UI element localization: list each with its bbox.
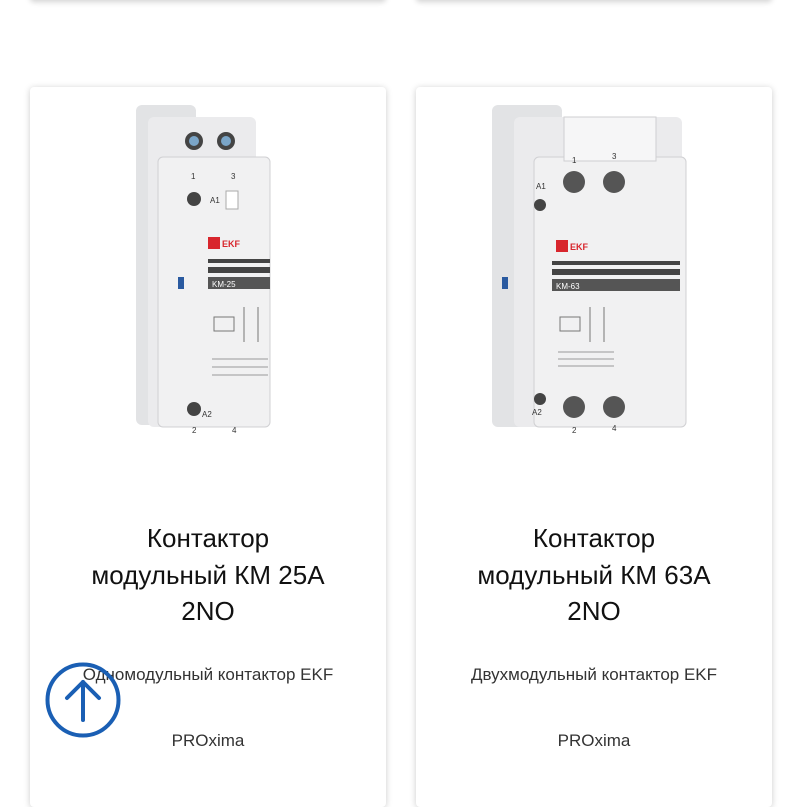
terminal-label-a1: A1 — [536, 182, 546, 191]
product-image[interactable]: 1 3 A1 EKF KM-63 A2 2 4 — [416, 97, 772, 457]
product-image[interactable]: 1 3 A1 EKF KM-25 A2 2 4 — [30, 97, 386, 457]
terminal-label-top-3: 3 — [612, 152, 617, 161]
terminal-label-a2: A2 — [202, 410, 212, 419]
terminal-label-top-3: 3 — [231, 172, 236, 181]
scroll-to-top-button[interactable] — [45, 662, 121, 738]
product-title[interactable]: Контактор модульный КМ 25А 2NO — [60, 520, 356, 630]
product-title-line: Контактор — [146, 523, 270, 553]
ekf-logo-icon — [556, 240, 568, 252]
terminal-label-a2: A2 — [532, 408, 542, 417]
product-description: Двухмодульный контактор EKF — [470, 665, 718, 684]
product-card[interactable]: 1 3 A1 EKF KM-63 A2 2 4 Контактор модуль… — [416, 87, 772, 807]
brand-logo-text: EKF — [570, 242, 589, 252]
product-brand: PROxima — [557, 731, 631, 750]
arrow-up-circle-icon — [45, 662, 121, 738]
product-title-line: модульный КМ 63А — [477, 559, 711, 590]
terminal-label-top-1: 1 — [572, 156, 577, 165]
terminal-label-bottom-4: 4 — [232, 426, 237, 435]
terminal-label-top-1: 1 — [191, 172, 196, 181]
terminal-label-bottom-2: 2 — [192, 426, 197, 435]
terminal-label-bottom-2: 2 — [572, 426, 577, 435]
product-title-line: модульный КМ 25А — [91, 559, 325, 590]
ekf-logo-icon — [208, 237, 220, 249]
product-title-line: Контактор — [532, 523, 656, 553]
product-title-line: 2NO — [181, 596, 235, 626]
terminal-label-bottom-4: 4 — [612, 424, 617, 433]
product-title[interactable]: Контактор модульный КМ 63А 2NO — [446, 520, 742, 630]
brand-logo-text: EKF — [222, 239, 241, 249]
model-label: KM-25 — [212, 280, 236, 289]
product-title-line: 2NO — [567, 596, 621, 626]
model-label: KM-63 — [556, 282, 580, 291]
terminal-label-a1: A1 — [210, 196, 220, 205]
